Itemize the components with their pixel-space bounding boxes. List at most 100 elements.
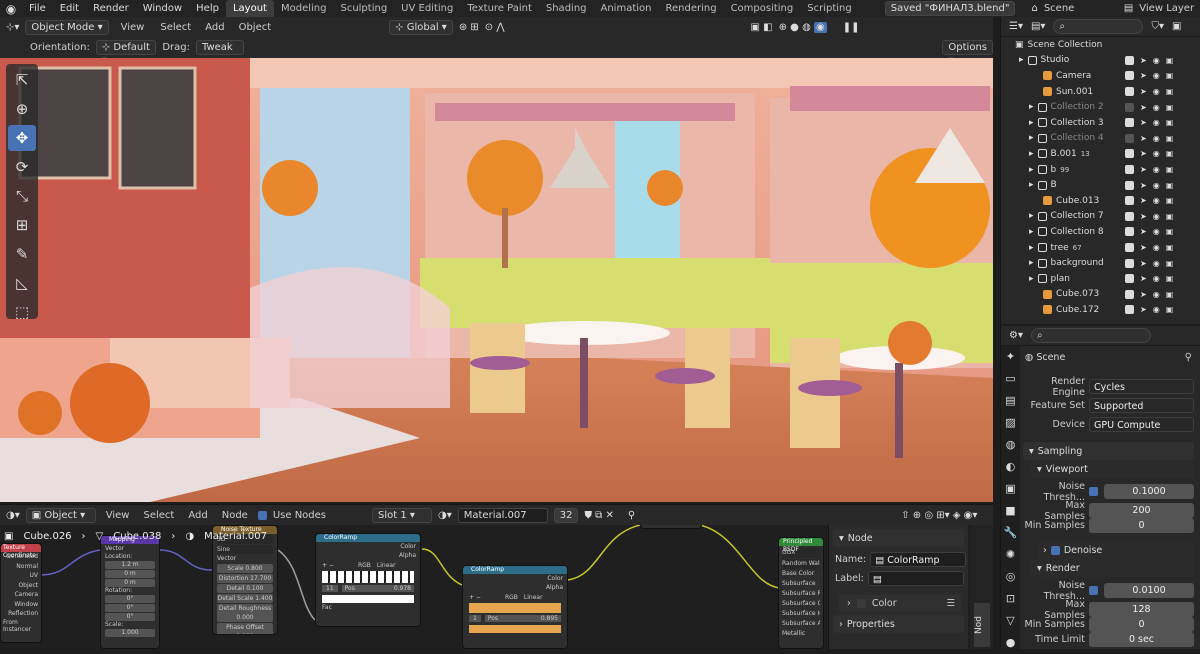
eye-icon[interactable]: ◉	[1153, 134, 1160, 143]
texture-coordinate-node[interactable]: Texture Coordinate Generated Normal UV Obje…	[0, 543, 42, 643]
slot-dropdown[interactable]: Slot 1 ▾	[372, 507, 432, 523]
render-camera-icon[interactable]: ▣	[1166, 118, 1174, 127]
outliner-row[interactable]: ▸ Studio ➤ ◉ ▣	[1001, 53, 1200, 69]
select-arrow-icon[interactable]: ➤	[1140, 165, 1147, 174]
scene-icon[interactable]: ⌂	[1031, 3, 1037, 14]
output-tab-icon[interactable]: ▤	[1001, 390, 1020, 412]
material-name-field[interactable]: Material.007	[457, 507, 548, 523]
pause-icon[interactable]: ❚❚	[843, 22, 860, 33]
viewport-shading-group[interactable]: ⊕ ● ◍ ◉	[779, 21, 827, 33]
options-dropdown[interactable]: Options ▾	[942, 40, 993, 66]
principled-field[interactable]: GGX	[782, 548, 820, 558]
outliner-row[interactable]: Sun.001 ➤ ◉ ▣	[1001, 84, 1200, 100]
eye-icon[interactable]: ◉	[1153, 243, 1160, 252]
eye-icon[interactable]: ◉	[1153, 149, 1160, 158]
render-tab-icon[interactable]: ▭	[1001, 368, 1020, 390]
noise-field[interactable]: Phase Offset 0.000	[217, 623, 273, 634]
expand-arrow-icon[interactable]: ▸	[1029, 118, 1034, 128]
eye-icon[interactable]: ◉	[1153, 196, 1160, 205]
eye-icon[interactable]: ◉	[1153, 212, 1160, 221]
expand-arrow-icon[interactable]: ▸	[1029, 180, 1034, 190]
principled-field[interactable]: Subsurface Anisotropy	[782, 619, 820, 629]
tab-uv-editing[interactable]: UV Editing	[394, 0, 460, 17]
mapping-rz-field[interactable]: 0°	[105, 613, 155, 621]
mapping-z-field[interactable]: 0 m	[105, 579, 155, 587]
colorramp-2-mode[interactable]: RGB	[505, 594, 518, 601]
device-dropdown[interactable]: GPU Compute	[1089, 417, 1194, 432]
exclude-checkbox[interactable]	[1125, 165, 1134, 175]
colorramp-2-pos[interactable]: 0.895	[541, 615, 558, 622]
render-camera-icon[interactable]: ▣	[1166, 71, 1174, 80]
color-checkbox[interactable]	[856, 598, 866, 608]
eye-icon[interactable]: ◉	[1153, 87, 1160, 96]
properties-editor-icon[interactable]: ⚙▾	[1009, 330, 1023, 341]
select-arrow-icon[interactable]: ➤	[1140, 87, 1147, 96]
colorramp-node-1[interactable]: ColorRamp Color Alpha + − RGB Linear 11 Pos 0…	[315, 533, 421, 627]
render-camera-icon[interactable]: ▣	[1166, 134, 1174, 143]
principled-field[interactable]: Subsurface IOR	[782, 609, 820, 619]
transform-tool-icon[interactable]: ⊞	[8, 212, 36, 238]
principled-field[interactable]: Base Color	[782, 569, 820, 579]
viewport-min-samples-field[interactable]: 0	[1089, 518, 1194, 533]
node-menu-node[interactable]: Node	[218, 510, 252, 521]
noise-field[interactable]: Scale 0.800	[217, 564, 273, 573]
render-camera-icon[interactable]: ▣	[1166, 165, 1174, 174]
colorramp-1-pos[interactable]: 0.978	[394, 585, 411, 592]
exclude-checkbox[interactable]	[1125, 289, 1134, 299]
fake-user-icon[interactable]: ⛊ ⧉ ✕	[584, 510, 613, 521]
colorramp-2-add-icon[interactable]: + −	[469, 594, 481, 601]
colorramp-1-gradient[interactable]	[322, 571, 414, 583]
breadcrumb-material[interactable]: Material.007	[204, 531, 267, 542]
expand-arrow-icon[interactable]: ▸	[1029, 258, 1034, 268]
viewport-menu-select[interactable]: Select	[156, 22, 195, 33]
material-users-count[interactable]: 32	[553, 507, 579, 523]
render-camera-icon[interactable]: ▣	[1166, 305, 1174, 314]
color-subsection[interactable]: › Color ☰	[839, 595, 961, 611]
viewport-menu-view[interactable]: View	[115, 22, 151, 33]
select-arrow-icon[interactable]: ➤	[1140, 181, 1147, 190]
outliner-row[interactable]: ▸ Collection 4 ➤ ◉ ▣	[1001, 131, 1200, 147]
eye-icon[interactable]: ◉	[1153, 56, 1160, 65]
expand-arrow-icon[interactable]: ▸	[1029, 211, 1034, 221]
scale-tool-icon[interactable]: ⤡	[8, 183, 36, 209]
node-name-field[interactable]: ▤ ColorRamp	[870, 552, 967, 567]
exclude-checkbox[interactable]	[1125, 274, 1134, 284]
select-arrow-icon[interactable]: ➤	[1140, 305, 1147, 314]
render-subsection[interactable]: ▾ Render	[1031, 559, 1194, 577]
principled-field[interactable]: Metallic	[782, 629, 820, 639]
modifiers-tab-icon[interactable]: 🔧	[1001, 522, 1020, 544]
outliner-row[interactable]: ▸ Collection 2 ➤ ◉ ▣	[1001, 99, 1200, 115]
3d-viewport[interactable]	[0, 58, 993, 502]
orientation-dropdown[interactable]: ⊹ Default ▾	[95, 40, 157, 66]
feature-set-dropdown[interactable]: Supported	[1089, 398, 1194, 413]
tab-layout[interactable]: Layout	[225, 0, 274, 17]
rotate-tool-icon[interactable]: ⟳	[8, 154, 36, 180]
mapping-node[interactable]: Mapping Vector Location: 1.2 m 0 m 0 m R…	[100, 535, 160, 649]
expand-arrow-icon[interactable]: ▸	[1029, 149, 1034, 159]
eye-icon[interactable]: ◉	[1153, 227, 1160, 236]
eye-icon[interactable]: ◉	[1153, 181, 1160, 190]
select-arrow-icon[interactable]: ➤	[1140, 243, 1147, 252]
menu-help[interactable]: Help	[189, 3, 226, 14]
world-tab-icon[interactable]: ◐	[1001, 456, 1020, 478]
exclude-checkbox[interactable]	[1125, 55, 1134, 65]
principled-bsdf-node[interactable]: Principled BSDF GGXRandom WalkBase Color…	[778, 537, 824, 649]
outliner-row[interactable]: ▸ tree 67 ➤ ◉ ▣	[1001, 240, 1200, 256]
eye-icon[interactable]: ◉	[1153, 259, 1160, 268]
principled-field[interactable]: Subsurface Color	[782, 599, 820, 609]
outliner-row[interactable]: ▸ plan ➤ ◉ ▣	[1001, 271, 1200, 287]
colorramp-node-2[interactable]: ColorRamp Color Alpha + − RGB Linear 1 Pos 0.…	[462, 565, 568, 649]
outliner-display-mode-icon[interactable]: ▤▾	[1031, 21, 1045, 32]
exclude-checkbox[interactable]	[1125, 87, 1134, 97]
exclude-checkbox[interactable]	[1125, 305, 1134, 315]
menu-window[interactable]: Window	[136, 3, 189, 14]
node-menu-view[interactable]: View	[102, 510, 134, 521]
exclude-checkbox[interactable]	[1125, 180, 1134, 190]
render-camera-icon[interactable]: ▣	[1166, 243, 1174, 252]
menu-render[interactable]: Render	[86, 3, 136, 14]
exclude-checkbox[interactable]	[1125, 118, 1134, 128]
mapping-y-field[interactable]: 0 m	[105, 570, 155, 578]
node-sidebar-tab[interactable]: Nod	[974, 603, 990, 647]
blender-logo-icon[interactable]: ◉	[0, 2, 22, 16]
outliner-row[interactable]: ▸ B ➤ ◉ ▣	[1001, 177, 1200, 193]
